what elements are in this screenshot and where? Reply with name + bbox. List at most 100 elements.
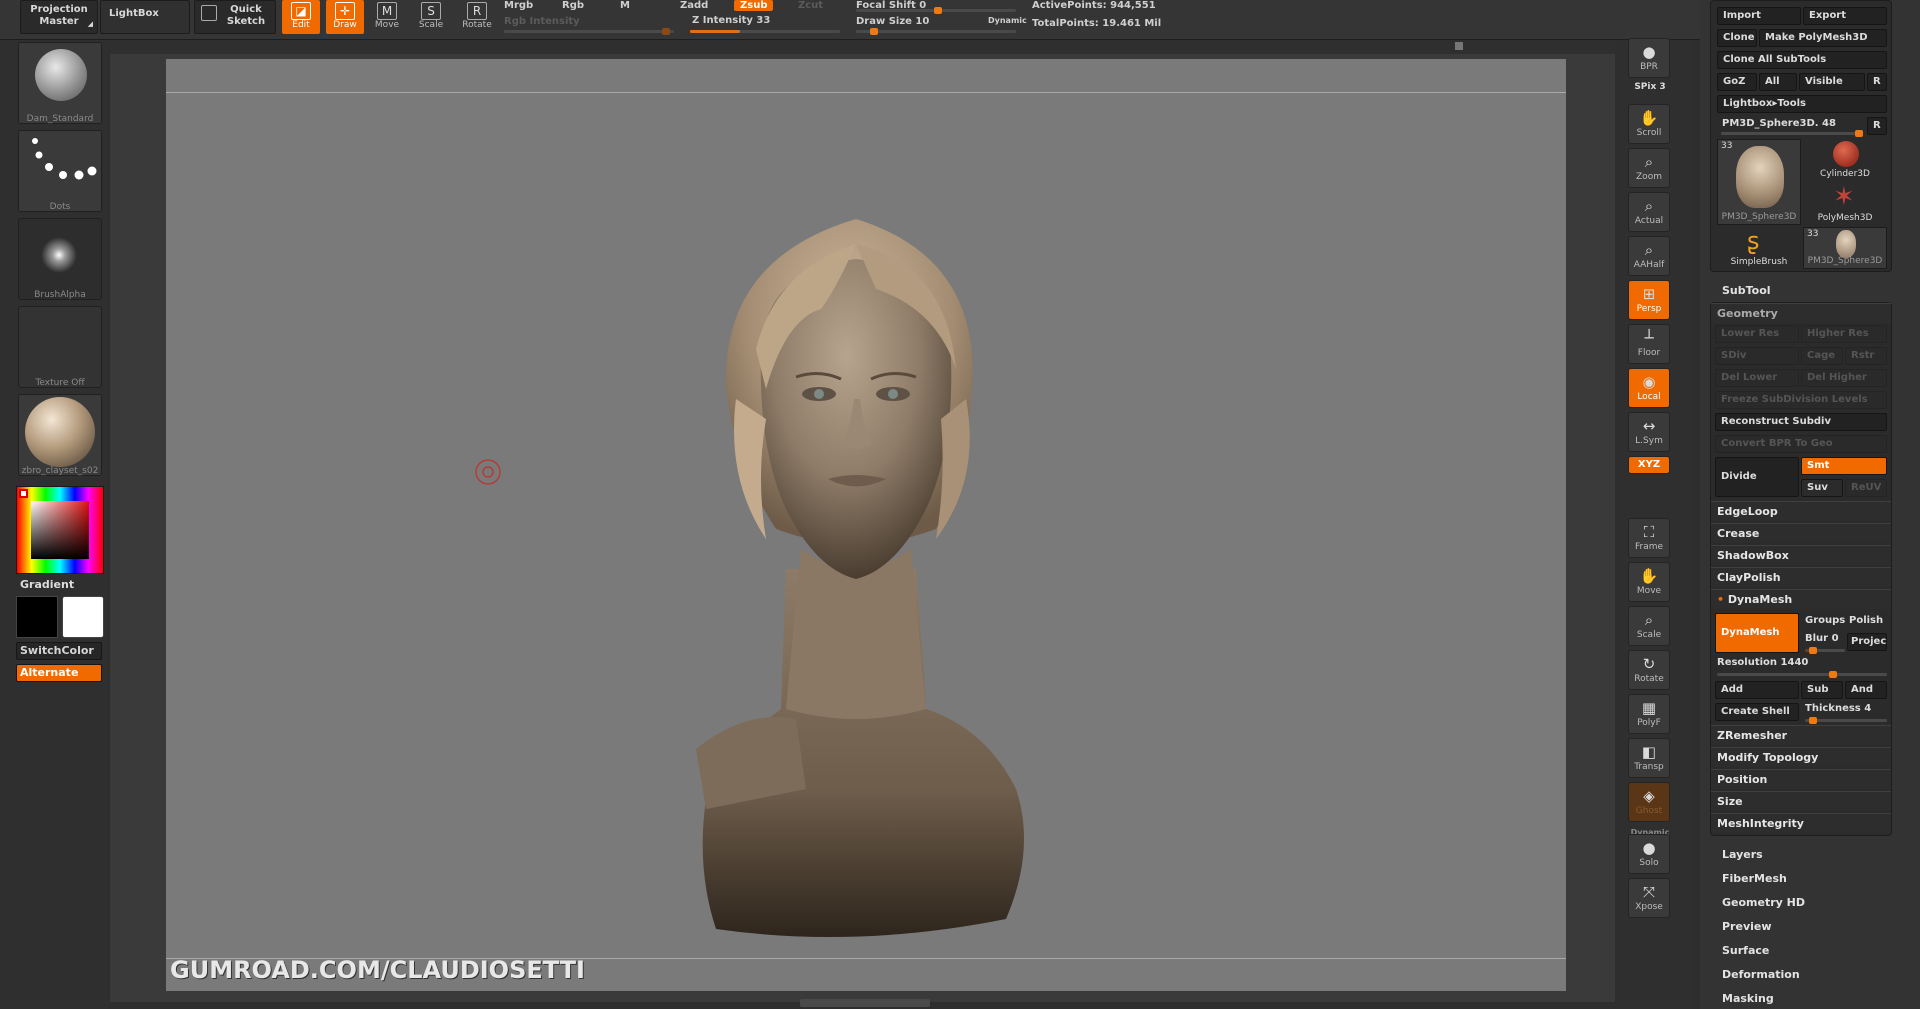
dynamesh-button[interactable]: DynaMesh <box>1715 613 1799 653</box>
quick-sketch-button[interactable]: Quick Sketch <box>194 0 276 34</box>
tool-tile-pm3d-sphere-2[interactable]: 33 PM3D_Sphere3D <box>1803 227 1887 269</box>
z-intensity-track[interactable] <box>690 30 840 33</box>
size-section[interactable]: Size <box>1711 791 1891 811</box>
focal-shift-knob[interactable] <box>934 7 942 14</box>
draw-size-knob[interactable] <box>870 28 878 35</box>
scale-button[interactable]: ⌕ Scale <box>1628 606 1670 646</box>
scale-mode-button[interactable]: S Scale <box>412 0 450 34</box>
dynamesh-section[interactable]: • DynaMesh <box>1711 589 1891 609</box>
position-section[interactable]: Position <box>1711 769 1891 789</box>
modify-topology-section[interactable]: Modify Topology <box>1711 747 1891 767</box>
clone-button[interactable]: Clone <box>1717 29 1757 47</box>
groups-toggle[interactable]: Groups <box>1805 615 1845 626</box>
local-button[interactable]: ◉ Local <box>1628 368 1670 408</box>
blur-knob[interactable] <box>1809 647 1817 654</box>
section-deformation[interactable]: Deformation <box>1722 968 1800 981</box>
del-higher-button[interactable]: Del Higher <box>1801 369 1887 387</box>
spix-slider[interactable]: SPix 3 <box>1628 82 1672 100</box>
import-button[interactable]: Import <box>1717 7 1801 25</box>
draw-size-track[interactable] <box>856 28 1016 35</box>
freeze-subdivision-button[interactable]: Freeze SubDivision Levels <box>1715 391 1887 409</box>
zcut-button[interactable]: Zcut <box>798 0 823 11</box>
goz-visible-button[interactable]: Visible <box>1799 73 1865 91</box>
lower-res-button[interactable]: Lower Res <box>1715 325 1799 343</box>
claypolish-section[interactable]: ClayPolish <box>1711 567 1891 587</box>
crease-section[interactable]: Crease <box>1711 523 1891 543</box>
smt-toggle[interactable]: Smt <box>1801 457 1887 475</box>
dynamesh-sub-button[interactable]: Sub <box>1801 681 1843 699</box>
projection-master-button[interactable]: Projection Master ◢ <box>20 0 98 34</box>
reuv-button[interactable]: ReUV <box>1845 479 1887 497</box>
goz-button[interactable]: GoZ <box>1717 73 1757 91</box>
tool-tile-cylinder3d[interactable]: Cylinder3D <box>1803 139 1887 181</box>
convert-bpr-button[interactable]: Convert BPR To Geo <box>1715 435 1887 453</box>
section-layers[interactable]: Layers <box>1722 848 1763 861</box>
resolution-slider[interactable]: Resolution 1440 <box>1717 657 1808 668</box>
rgb-intensity-track[interactable] <box>504 28 674 35</box>
goz-r-button[interactable]: R <box>1867 73 1887 91</box>
tool-r-button[interactable]: R <box>1867 117 1887 135</box>
gradient-toggle[interactable]: Gradient <box>20 578 74 591</box>
alternate-button[interactable]: Alternate <box>16 664 102 682</box>
resolution-track[interactable] <box>1717 671 1887 678</box>
switch-color-button[interactable]: SwitchColor <box>16 642 102 660</box>
rgb-intensity-knob[interactable] <box>662 28 670 35</box>
floor-button[interactable]: ┴ Floor <box>1628 324 1670 364</box>
actual-button[interactable]: ⌕ Actual <box>1628 192 1670 232</box>
zsub-button[interactable]: Zsub <box>734 0 774 11</box>
section-fibermesh[interactable]: FiberMesh <box>1722 872 1787 885</box>
move-button[interactable]: ✋ Move <box>1628 562 1670 602</box>
persp-button[interactable]: ⊞ Persp <box>1628 280 1670 320</box>
thickness-track[interactable] <box>1805 717 1887 724</box>
xpose-button[interactable]: ⤧ Xpose <box>1628 878 1670 918</box>
lightbox-button[interactable]: LightBox <box>100 0 190 34</box>
rotate-mode-button[interactable]: R Rotate <box>458 0 496 34</box>
cage-button[interactable]: Cage <box>1801 347 1843 365</box>
move-mode-button[interactable]: M Move <box>368 0 406 34</box>
project-toggle[interactable]: Projec <box>1847 633 1887 651</box>
make-polymesh-button[interactable]: Make PolyMesh3D <box>1759 29 1887 47</box>
bottom-shelf-handle[interactable] <box>800 999 930 1007</box>
sculpt-bust-model[interactable] <box>606 149 1106 949</box>
zadd-button[interactable]: Zadd <box>680 0 708 11</box>
polyf-button[interactable]: ▦ PolyF <box>1628 694 1670 734</box>
section-preview[interactable]: Preview <box>1722 920 1772 933</box>
frame-button[interactable]: ⛶ Frame <box>1628 518 1670 558</box>
geometry-header[interactable]: Geometry <box>1711 303 1891 323</box>
focal-shift-track[interactable] <box>856 7 1016 14</box>
current-tool-knob[interactable] <box>1855 130 1863 137</box>
thickness-slider[interactable]: Thickness 4 <box>1805 703 1871 714</box>
edit-mode-button[interactable]: ◪ Edit <box>282 0 320 34</box>
xyz-button[interactable]: ✕XYZ <box>1628 456 1670 474</box>
thickness-knob[interactable] <box>1809 717 1817 724</box>
mesh-integrity-section[interactable]: MeshIntegrity <box>1711 813 1891 833</box>
dynamesh-add-button[interactable]: Add <box>1715 681 1799 699</box>
transp-button[interactable]: ◧ Transp <box>1628 738 1670 778</box>
bpr-button[interactable]: ● BPR <box>1628 38 1670 78</box>
current-tool-track[interactable] <box>1721 130 1863 137</box>
subtool-section[interactable]: SubTool <box>1722 284 1771 297</box>
shadowbox-section[interactable]: ShadowBox <box>1711 545 1891 565</box>
divide-button[interactable]: Divide <box>1715 457 1799 497</box>
secondary-color-swatch[interactable] <box>62 596 104 638</box>
section-surface[interactable]: Surface <box>1722 944 1769 957</box>
tool-tile-simplebrush[interactable]: ʂ SimpleBrush <box>1717 227 1801 269</box>
z-intensity-slider[interactable]: Z Intensity 33 <box>692 15 770 26</box>
zremesher-section[interactable]: ZRemesher <box>1711 725 1891 745</box>
texture-thumbnail[interactable]: Texture Off <box>18 306 102 388</box>
ghost-button[interactable]: ◈ Ghost <box>1628 782 1670 822</box>
export-button[interactable]: Export <box>1803 7 1887 25</box>
aahalf-button[interactable]: ⌕ AAHalf <box>1628 236 1670 276</box>
canvas-resize-handle[interactable] <box>1455 42 1463 50</box>
l-sym-button[interactable]: ↔ L.Sym <box>1628 412 1670 452</box>
edgeloop-section[interactable]: EdgeLoop <box>1711 501 1891 521</box>
scroll-button[interactable]: ✋ Scroll <box>1628 104 1670 144</box>
section-geometry-hd[interactable]: Geometry HD <box>1722 896 1805 909</box>
higher-res-button[interactable]: Higher Res <box>1801 325 1887 343</box>
del-lower-button[interactable]: Del Lower <box>1715 369 1799 387</box>
draw-size-slider[interactable]: Draw Size 10 <box>856 16 929 27</box>
blur-slider[interactable]: Blur 0 <box>1805 633 1839 644</box>
create-shell-button[interactable]: Create Shell <box>1715 703 1799 721</box>
zoom-button[interactable]: ⌕ Zoom <box>1628 148 1670 188</box>
color-marker[interactable] <box>19 489 28 498</box>
